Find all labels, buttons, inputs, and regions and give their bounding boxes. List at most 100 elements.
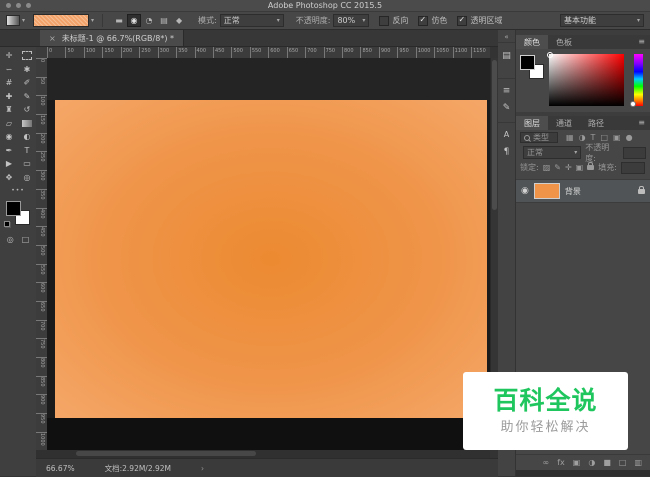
- gradient-preview-swatch[interactable]: [33, 14, 90, 27]
- layer-visibility-icon[interactable]: ◉: [521, 186, 529, 196]
- diamond-gradient-style-button[interactable]: ◆: [172, 14, 186, 27]
- layer-style-icon[interactable]: fx: [557, 458, 565, 467]
- eraser-tool[interactable]: ▱: [0, 117, 18, 131]
- ruler-label: 250: [139, 47, 157, 58]
- dither[interactable]: 仿色: [418, 15, 447, 26]
- hand-tool[interactable]: ✥: [0, 171, 18, 185]
- history-brush-tool[interactable]: ↺: [18, 103, 36, 117]
- panel-menu-icon[interactable]: ≡: [633, 35, 650, 49]
- link-layers-icon[interactable]: ∞: [543, 458, 550, 467]
- scrollbar-thumb[interactable]: [492, 60, 497, 210]
- clone-stamp-tool[interactable]: ♜: [0, 103, 18, 117]
- blend-mode-select[interactable]: 正常 ▾: [219, 14, 284, 27]
- layer-row-background[interactable]: ◉ 背景: [516, 179, 650, 203]
- zoom-level-field[interactable]: 66.67%: [46, 464, 75, 473]
- edit-toolbar-button[interactable]: •••: [0, 187, 36, 194]
- panel-menu-icon[interactable]: ≡: [633, 116, 650, 130]
- screen-mode-button[interactable]: □: [22, 235, 30, 244]
- filter-toggle-icon[interactable]: ●: [626, 133, 633, 142]
- status-bar: 66.67% 文档:2.92M/2.92M ›: [36, 458, 498, 477]
- status-options-arrow[interactable]: ›: [201, 464, 204, 473]
- tab-paths[interactable]: 路径: [580, 116, 612, 130]
- type-tool[interactable]: T: [18, 144, 36, 158]
- lock-artboard-icon[interactable]: ▣: [576, 163, 584, 172]
- tab-swatches[interactable]: 色板: [548, 35, 580, 49]
- marquee-tool[interactable]: [18, 49, 36, 63]
- angle-gradient-style-button[interactable]: ◔: [142, 14, 156, 27]
- ruler-label: 1050: [434, 47, 452, 58]
- close-tab-icon[interactable]: ×: [49, 34, 56, 43]
- lock-position-icon[interactable]: ✛: [565, 163, 572, 172]
- checkbox-box[interactable]: [379, 15, 390, 26]
- healing-brush-tool[interactable]: ✚: [0, 90, 18, 104]
- reverse[interactable]: 反向: [379, 15, 408, 26]
- chevron-down-icon[interactable]: ▾: [91, 17, 94, 24]
- layer-fill-field[interactable]: [620, 161, 645, 174]
- checkbox-box[interactable]: [457, 15, 468, 26]
- ruler-label: 500: [231, 47, 249, 58]
- path-selection-tool[interactable]: ▶: [0, 157, 18, 171]
- brush-tool[interactable]: ✎: [18, 90, 36, 104]
- ruler-label: 150: [102, 47, 120, 58]
- opacity-select[interactable]: 80% ▾: [333, 14, 370, 27]
- default-colors-icon[interactable]: [4, 221, 11, 228]
- zoom-tool[interactable]: ◎: [18, 171, 36, 185]
- linear-gradient-style-button[interactable]: ▬: [112, 14, 126, 27]
- document-canvas[interactable]: [55, 100, 487, 418]
- checkbox-box[interactable]: [418, 15, 429, 26]
- pixel-filter-icon[interactable]: ▦: [566, 133, 574, 142]
- delete-layer-icon[interactable]: ▥: [634, 458, 642, 467]
- color-panel: 颜色 色板 ≡: [516, 35, 650, 112]
- document-tab[interactable]: × 未标题-1 @ 66.7%(RGB/8*) *: [40, 30, 184, 46]
- quick-mask-button[interactable]: ◎: [7, 235, 14, 244]
- reflected-gradient-style-button[interactable]: ▤: [157, 14, 171, 27]
- saturation-brightness-field[interactable]: [547, 52, 624, 106]
- chevron-down-icon[interactable]: ▾: [22, 17, 25, 24]
- character-panel-icon[interactable]: A: [498, 122, 515, 143]
- horizontal-scrollbar[interactable]: [36, 450, 490, 458]
- layer-filter-select[interactable]: 类型: [520, 132, 558, 143]
- foreground-color-swatch[interactable]: [6, 201, 21, 216]
- ruler-label: 0: [36, 58, 47, 77]
- dodge-tool[interactable]: ◐: [18, 130, 36, 144]
- tab-channels[interactable]: 通道: [548, 116, 580, 130]
- lock-all-icon[interactable]: [587, 162, 595, 170]
- lock-pixels-icon[interactable]: ✎: [554, 163, 561, 172]
- layers-panel-tabs: 图层 通道 路径 ≡: [516, 116, 650, 130]
- blur-tool[interactable]: ◉: [0, 130, 18, 144]
- foreground-color-swatch[interactable]: [520, 55, 535, 70]
- lock-transparent-icon[interactable]: ▨: [543, 163, 551, 172]
- radial-gradient-style-button[interactable]: ◉: [127, 14, 142, 27]
- hue-slider[interactable]: [630, 54, 643, 107]
- lasso-tool[interactable]: ∽: [0, 63, 18, 77]
- pen-tool[interactable]: ✒: [0, 144, 18, 158]
- shape-tool[interactable]: ▭: [18, 157, 36, 171]
- move-tool[interactable]: ✛: [0, 49, 18, 63]
- history-panel-icon[interactable]: ▤: [498, 47, 515, 64]
- scrollbar-thumb[interactable]: [76, 451, 256, 456]
- layer-blend-mode-select[interactable]: 正常 ▾: [523, 146, 582, 159]
- tab-layers[interactable]: 图层: [516, 116, 548, 130]
- filter-type-label: 类型: [533, 133, 549, 142]
- transparency[interactable]: 透明区域: [457, 15, 502, 26]
- collapse-panels-icon[interactable]: «: [498, 32, 515, 43]
- new-layer-icon[interactable]: □: [619, 458, 627, 467]
- gradient-tool[interactable]: [18, 117, 36, 131]
- tab-color[interactable]: 颜色: [516, 35, 548, 49]
- brush-settings-panel-icon[interactable]: ✎: [498, 99, 515, 116]
- paragraph-panel-icon[interactable]: ¶: [498, 143, 515, 160]
- workspace-select[interactable]: 基本功能 ▾: [560, 14, 644, 27]
- new-group-icon[interactable]: ■: [603, 458, 611, 467]
- gradient-style-buttons: ▬ ◉ ◔ ▤ ◆: [112, 14, 186, 27]
- quick-selection-tool[interactable]: ✱: [18, 63, 36, 77]
- layer-mask-icon[interactable]: ▣: [573, 458, 581, 467]
- toolbar-bottom: ◎ □: [0, 235, 36, 244]
- tool-preset-picker[interactable]: ▾: [6, 15, 25, 26]
- crop-tool[interactable]: #: [0, 76, 18, 90]
- eyedropper-tool[interactable]: ✐: [18, 76, 36, 90]
- layer-opacity-label: 不透明度:: [585, 142, 610, 163]
- layer-opacity-field[interactable]: [622, 146, 646, 159]
- properties-panel-icon[interactable]: ≡: [498, 78, 515, 99]
- watermark-title: 百科全说: [493, 385, 598, 415]
- adjustment-layer-icon[interactable]: ◑: [588, 458, 595, 467]
